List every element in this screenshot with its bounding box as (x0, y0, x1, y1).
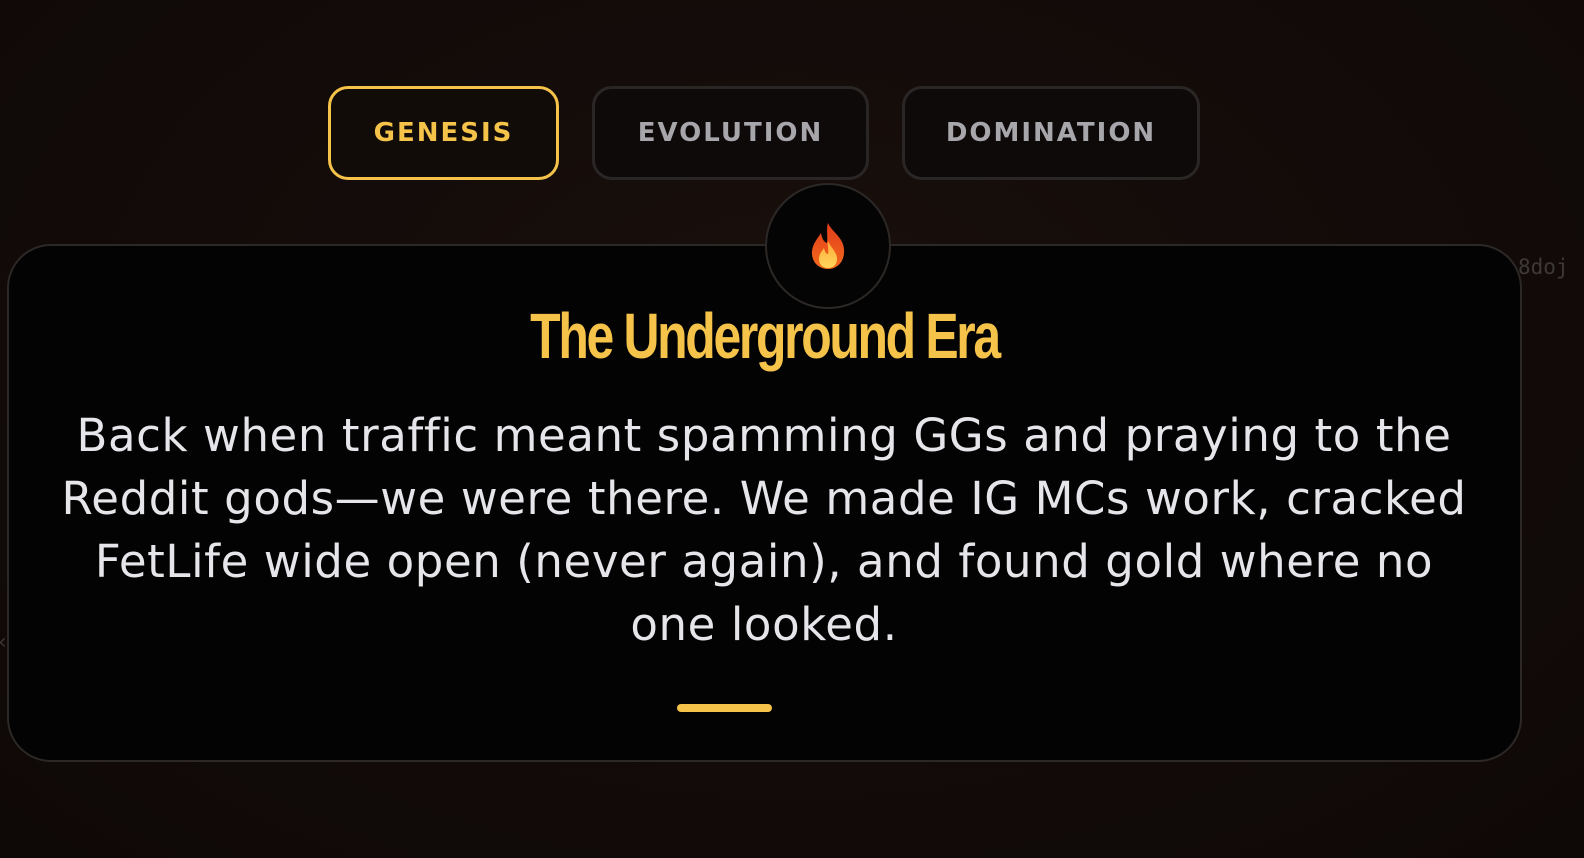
tab-genesis-label: GENESIS (373, 118, 514, 148)
era-title: The Underground Era (530, 300, 1001, 372)
chevron-left-icon[interactable]: ‹ (0, 630, 7, 655)
era-icon-badge (765, 183, 891, 309)
fire-icon (811, 223, 845, 269)
tab-domination-label: DOMINATION (945, 118, 1157, 148)
tab-domination[interactable]: DOMINATION (902, 86, 1200, 180)
tab-genesis[interactable]: GENESIS (328, 86, 559, 180)
tab-evolution-label: EVOLUTION (637, 118, 824, 148)
era-tabs: GENESIS EVOLUTION DOMINATION (0, 86, 1584, 180)
era-description: Back when traffic meant spamming GGs and… (61, 409, 1467, 651)
tab-evolution[interactable]: EVOLUTION (592, 86, 869, 180)
accent-divider (677, 704, 772, 712)
edge-fragment-text: 8doj (1518, 255, 1569, 279)
